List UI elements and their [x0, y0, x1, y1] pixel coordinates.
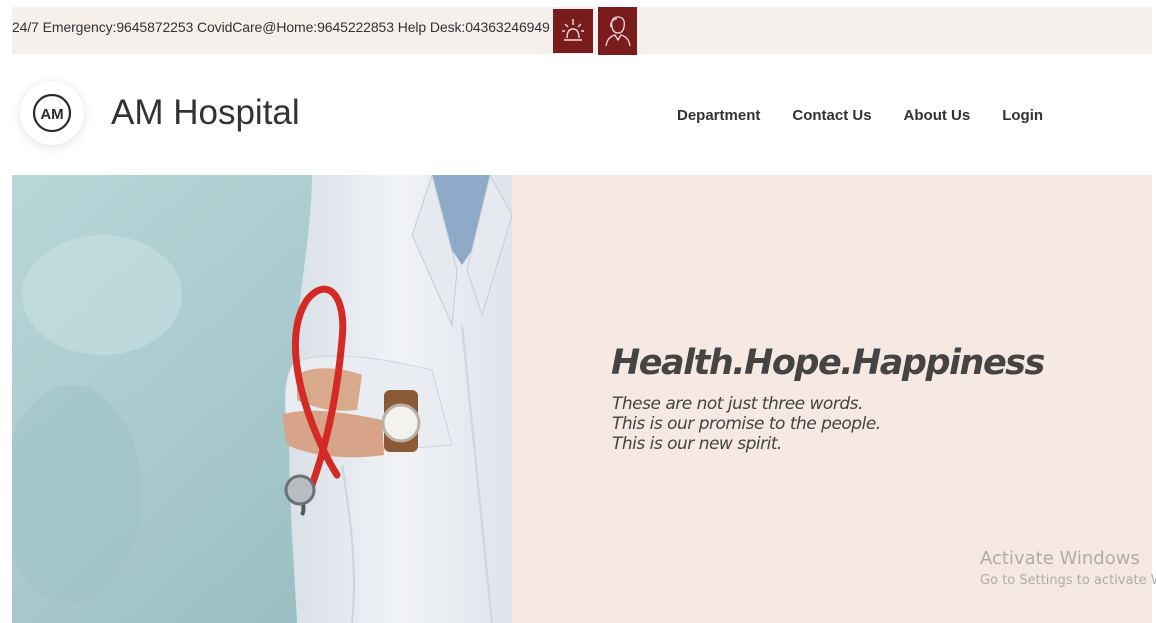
- doctor-button[interactable]: [598, 7, 637, 55]
- nav-about-us[interactable]: About Us: [904, 107, 971, 124]
- hero-line: This is our new spirit.: [612, 434, 782, 454]
- hero-tagline: Health.Hope.Happiness: [611, 343, 1045, 383]
- watermark-subtitle: Go to Settings to activate Windows.: [980, 573, 1156, 588]
- nav-login[interactable]: Login: [1002, 107, 1043, 124]
- top-info-bar: 24/7 Emergency:9645872253 CovidCare@Home…: [12, 7, 1152, 55]
- activate-windows-watermark: Activate Windows Go to Settings to activ…: [980, 548, 1156, 588]
- hospital-logo[interactable]: AM: [20, 81, 84, 145]
- am-logo-icon: AM: [32, 93, 72, 133]
- brand-name[interactable]: AM Hospital: [111, 93, 300, 133]
- site-header: AM AM Hospital Department Contact Us Abo…: [12, 55, 1152, 175]
- watermark-title: Activate Windows: [980, 548, 1140, 569]
- main-nav: Department Contact Us About Us Login: [677, 107, 1075, 124]
- siren-icon: [562, 19, 584, 41]
- doctor-photo: [12, 175, 512, 623]
- logo-text: AM: [40, 106, 63, 123]
- hero-subtext: These are not just three words. This is …: [612, 394, 881, 454]
- hero-line: These are not just three words.: [612, 394, 863, 414]
- contact-info: 24/7 Emergency:9645872253 CovidCare@Home…: [12, 19, 550, 35]
- nav-contact-us[interactable]: Contact Us: [792, 107, 871, 124]
- hero-line: This is our promise to the people.: [612, 414, 881, 434]
- nav-department[interactable]: Department: [677, 107, 760, 124]
- doctor-icon: [604, 16, 631, 47]
- emergency-button[interactable]: [553, 9, 593, 53]
